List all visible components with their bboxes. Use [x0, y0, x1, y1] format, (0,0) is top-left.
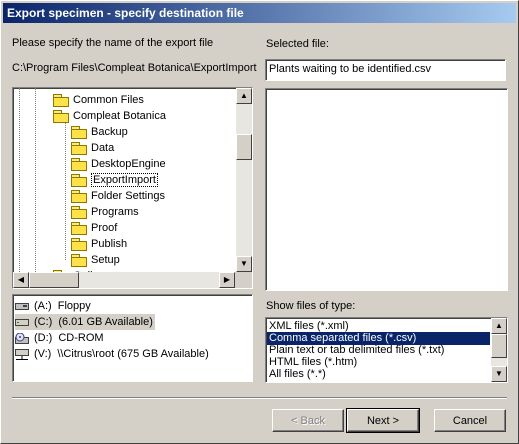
folder-icon	[71, 254, 87, 267]
tree-item[interactable]: Programs	[71, 204, 139, 220]
export-dialog: Export specimen - specify destination fi…	[0, 0, 519, 444]
drive-label: (6.01 GB Available)	[58, 316, 153, 328]
tree-item[interactable]: ExportImport	[71, 172, 158, 188]
tree-scroll-right-button[interactable]: ▶	[219, 272, 235, 288]
back-button[interactable]: < Back	[272, 409, 344, 432]
tree-scroll-thumb[interactable]	[236, 134, 252, 160]
tree-item-label: ExportImport	[91, 173, 158, 187]
folder-tree-content: Common Files Compleat Botanica Backup Data D…	[13, 88, 235, 272]
tree-item-label: Setup	[91, 254, 120, 266]
tree-item-label: DesktopEngine	[91, 158, 166, 170]
tree-item-label: Folder Settings	[91, 190, 165, 202]
selected-file-label: Selected file:	[266, 38, 329, 50]
file-type-option[interactable]: All files (*.*)	[267, 368, 490, 381]
network-drive-icon	[15, 349, 29, 360]
file-type-scroll-up-button[interactable]: ▲	[491, 318, 507, 334]
folder-icon	[71, 142, 87, 155]
drive-letter: (D:)	[34, 332, 53, 344]
folder-tree[interactable]: Common Files Compleat Botanica Backup Data D…	[12, 87, 253, 289]
tree-scroll-down-button[interactable]: ▼	[236, 256, 252, 272]
window-title: Export specimen - specify destination fi…	[7, 6, 244, 20]
tree-hscroll-thumb[interactable]	[29, 272, 79, 288]
tree-scroll-left-button[interactable]: ◀	[13, 272, 29, 288]
current-path-label: C:\Program Files\Compleat Botanica\Expor…	[12, 62, 257, 74]
file-list[interactable]	[265, 88, 508, 291]
separator	[12, 397, 507, 399]
floppy-icon	[15, 301, 29, 311]
file-type-scrollbar[interactable]: ▲ ▼	[491, 318, 507, 382]
file-type-scroll-down-button[interactable]: ▼	[491, 366, 507, 382]
instruction-label: Please specify the name of the export fi…	[12, 37, 214, 49]
tree-item-label: Compleat Botanica	[73, 110, 166, 122]
folder-icon	[71, 174, 87, 187]
drive-list[interactable]: (A:) Floppy (C:) (6.01 GB Available) (D:) CD-…	[12, 294, 253, 382]
drive-letter: (A:)	[34, 300, 52, 312]
tree-vertical-scrollbar[interactable]: ▲ ▼	[236, 88, 252, 272]
next-button[interactable]: Next >	[346, 408, 420, 433]
file-type-scroll-thumb[interactable]	[491, 334, 507, 358]
tree-item-label: Data	[91, 142, 115, 154]
tree-item[interactable]: Proof	[71, 220, 117, 236]
folder-icon	[71, 222, 87, 235]
tree-item-label: Backup	[91, 126, 128, 138]
drive-label: Floppy	[57, 300, 91, 312]
selected-file-input[interactable]: Plants waiting to be identified.csv	[265, 59, 506, 81]
file-type-list[interactable]: XML files (*.xml) Comma separated files (…	[265, 317, 508, 383]
folder-icon	[71, 126, 87, 139]
folder-icon	[71, 206, 87, 219]
folder-icon	[71, 158, 87, 171]
tree-item[interactable]: Publish	[71, 236, 127, 252]
cdrom-icon	[15, 332, 29, 344]
cancel-button[interactable]: Cancel	[434, 409, 506, 432]
tree-item[interactable]: Setup	[71, 252, 120, 268]
folder-icon	[71, 190, 87, 203]
drive-letter: (C:)	[34, 316, 53, 328]
tree-horizontal-scrollbar[interactable]: ◀ ▶	[13, 272, 235, 288]
tree-item-label: Proof	[91, 222, 118, 234]
file-types-label: Show files of type:	[266, 300, 356, 312]
drive-item[interactable]: (D:) CD-ROM	[15, 330, 104, 346]
tree-item[interactable]: Common Files	[53, 92, 144, 108]
folder-icon	[71, 238, 87, 251]
folder-icon	[53, 110, 69, 123]
drive-label: CD-ROM	[58, 332, 104, 344]
tree-item[interactable]: Backup	[71, 124, 128, 140]
tree-item[interactable]: DesktopEngine	[71, 156, 166, 172]
tree-item-label: Publish	[91, 238, 128, 250]
title-bar[interactable]: Export specimen - specify destination fi…	[3, 3, 516, 23]
drive-item[interactable]: (C:) (6.01 GB Available)	[15, 314, 155, 330]
folder-icon	[53, 94, 69, 107]
drive-item[interactable]: (A:) Floppy	[15, 298, 91, 314]
drive-label: \\Citrus\root (675 GB Available)	[57, 348, 209, 360]
drive-item[interactable]: (V:) \\Citrus\root (675 GB Available)	[15, 346, 209, 362]
tree-item[interactable]: Compleat Botanica	[53, 108, 166, 124]
tree-item-label: Common Files	[73, 94, 144, 106]
tree-scroll-up-button[interactable]: ▲	[236, 88, 252, 104]
tree-item[interactable]: Data	[71, 140, 114, 156]
harddisk-icon	[15, 317, 29, 327]
tree-item[interactable]: Folder Settings	[71, 188, 165, 204]
drive-letter: (V:)	[34, 348, 52, 360]
tree-item-label: Programs	[91, 206, 139, 218]
